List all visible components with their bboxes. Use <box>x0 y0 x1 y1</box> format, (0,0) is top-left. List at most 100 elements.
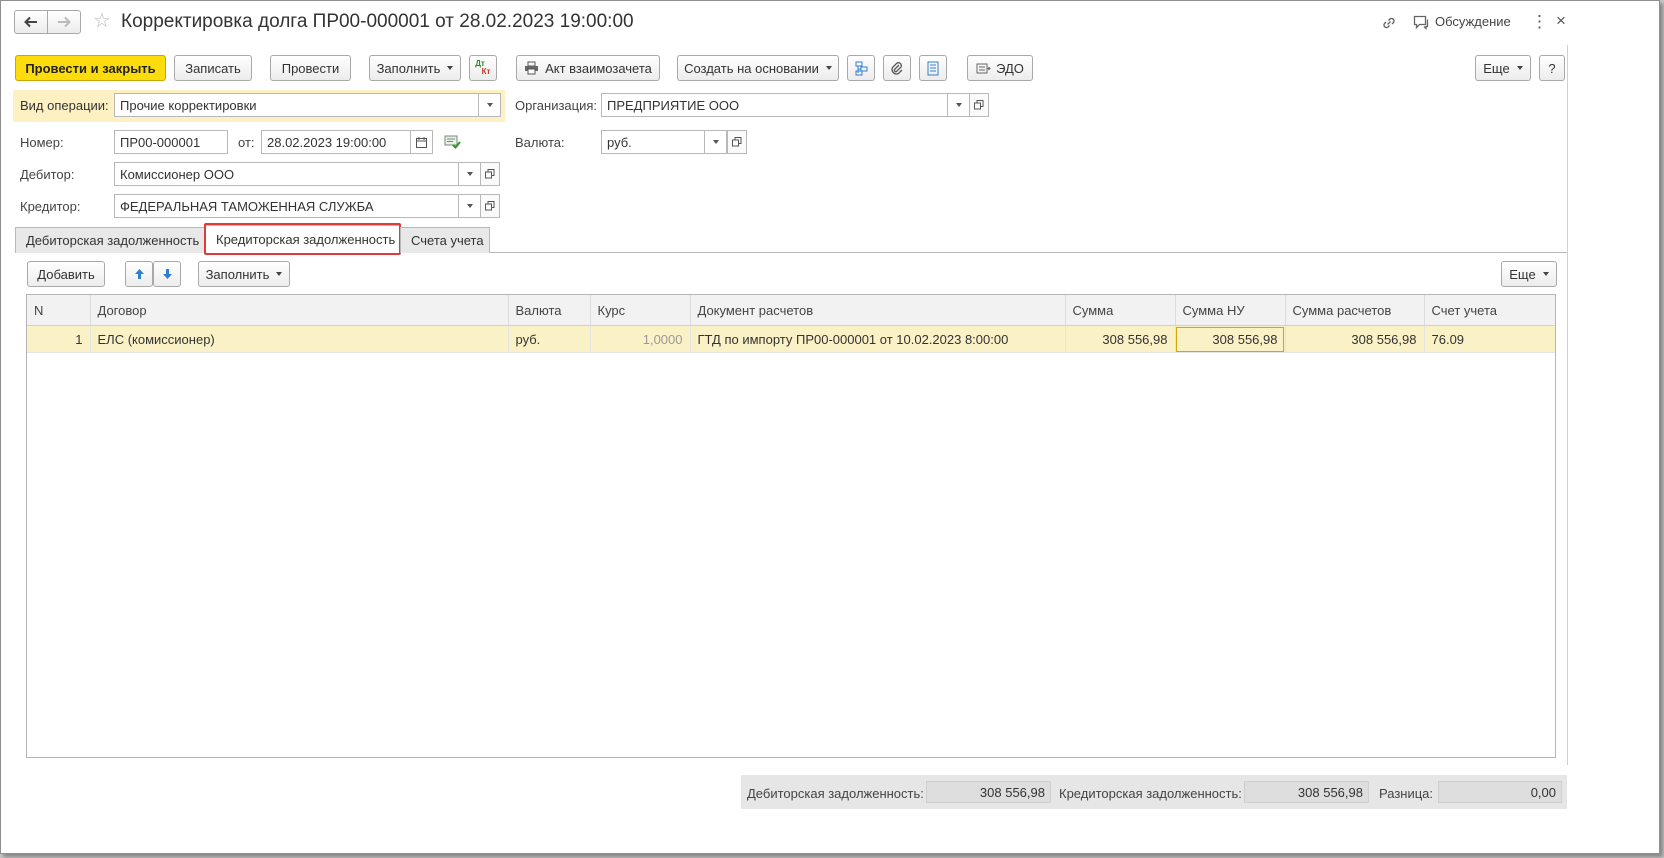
receivables-total-value: 308 556,98 <box>926 781 1051 803</box>
list-document-icon <box>927 61 939 75</box>
window-menu-icon[interactable]: ⋮ <box>1531 12 1548 32</box>
favorite-star-icon[interactable]: ☆ <box>93 11 111 31</box>
offset-act-button[interactable]: Акт взаимозачета <box>516 55 660 81</box>
window-scrollbar[interactable] <box>1567 45 1568 765</box>
open-icon <box>974 100 984 110</box>
debtor-field[interactable]: Комиссионер ООО <box>114 162 459 186</box>
payables-total-value: 308 556,98 <box>1244 781 1369 803</box>
organization-open-button[interactable] <box>969 93 989 117</box>
close-icon[interactable]: × <box>1556 11 1566 31</box>
calendar-button[interactable] <box>411 130 433 154</box>
tab-payables-highlight <box>204 223 401 255</box>
payables-total-label: Кредиторская задолженность: <box>1059 786 1242 801</box>
document-button[interactable] <box>919 55 947 81</box>
column-header-currency[interactable]: Валюта <box>508 295 591 326</box>
operation-type-field[interactable]: Прочие корректировки <box>114 93 479 117</box>
debtor-label: Дебитор: <box>20 167 75 182</box>
post-and-close-button[interactable]: Провести и закрыть <box>15 55 166 81</box>
chevron-down-icon <box>466 172 473 176</box>
cell-contract[interactable]: ЕЛС (комиссионер) <box>90 325 509 353</box>
chevron-down-icon <box>712 140 719 144</box>
date-label: от: <box>238 135 255 150</box>
calendar-icon <box>416 136 427 148</box>
currency-label: Валюта: <box>515 135 565 150</box>
table-fill-dropdown-button[interactable]: Заполнить <box>198 261 290 287</box>
discussion-link[interactable]: Обсуждение <box>1435 14 1511 29</box>
fill-dropdown-button[interactable]: Заполнить <box>369 55 461 81</box>
organization-label: Организация: <box>515 98 598 113</box>
forward-button[interactable] <box>47 10 81 34</box>
cell-n[interactable]: 1 <box>27 325 91 353</box>
more-label: Еще <box>1483 60 1510 76</box>
table-row[interactable]: 1 ЕЛС (комиссионер) руб. 1,0000 ГТД по и… <box>27 325 1555 353</box>
creditor-field[interactable]: ФЕДЕРАЛЬНАЯ ТАМОЖЕННАЯ СЛУЖБА <box>114 194 459 218</box>
number-label: Номер: <box>20 135 64 150</box>
organization-field[interactable]: ПРЕДПРИЯТИЕ ООО <box>601 93 948 117</box>
cell-sum-settlements[interactable]: 308 556,98 <box>1285 325 1425 353</box>
tab-accounts[interactable]: Счета учета <box>400 227 490 253</box>
arrow-right-icon <box>58 16 71 28</box>
dt-kt-button[interactable]: Дт Кт <box>469 55 497 81</box>
payables-table: N Договор Валюта Курс Документ расчетов … <box>27 295 1555 353</box>
table-more-button[interactable]: Еще <box>1501 261 1557 287</box>
creditor-open-button[interactable] <box>480 194 500 218</box>
cell-currency[interactable]: руб. <box>508 325 591 353</box>
column-header-n[interactable]: N <box>27 295 91 326</box>
more-button[interactable]: Еще <box>1475 55 1531 81</box>
number-field[interactable]: ПР00-000001 <box>114 130 228 154</box>
post-button[interactable]: Провести <box>270 55 351 81</box>
chevron-down-icon <box>276 272 283 276</box>
tab-receivables[interactable]: Дебиторская задолженность <box>15 227 205 253</box>
column-header-document[interactable]: Документ расчетов <box>690 295 1066 326</box>
chevron-down-icon <box>825 66 832 70</box>
move-up-button[interactable] <box>125 261 153 287</box>
receivables-total-label: Дебиторская задолженность: <box>747 786 924 801</box>
currency-dropdown[interactable] <box>705 130 727 154</box>
fill-label: Заполнить <box>376 60 441 76</box>
column-header-sum-settlements[interactable]: Сумма расчетов <box>1285 295 1425 326</box>
edo-button[interactable]: ЭДО <box>967 55 1033 81</box>
help-button[interactable]: ? <box>1539 55 1565 81</box>
operation-type-dropdown[interactable] <box>479 93 501 117</box>
currency-open-button[interactable] <box>727 130 747 154</box>
structure-button[interactable] <box>847 55 875 81</box>
column-header-contract[interactable]: Договор <box>90 295 509 326</box>
currency-field[interactable]: руб. <box>601 130 705 154</box>
edo-label: ЭДО <box>996 60 1024 76</box>
debtor-open-button[interactable] <box>480 162 500 186</box>
edo-icon <box>976 63 991 73</box>
table-header-row: N Договор Валюта Курс Документ расчетов … <box>27 295 1555 326</box>
add-row-button[interactable]: Добавить <box>27 261 105 287</box>
back-button[interactable] <box>14 10 48 34</box>
chevron-down-icon <box>1516 66 1523 70</box>
debtor-dropdown[interactable] <box>459 162 481 186</box>
create-based-on-label: Создать на основании <box>684 60 819 76</box>
discussion-icon[interactable] <box>1413 15 1430 30</box>
cell-rate[interactable]: 1,0000 <box>590 325 691 353</box>
table-more-label: Еще <box>1509 266 1536 282</box>
column-header-account[interactable]: Счет учета <box>1424 295 1555 326</box>
arrow-up-icon <box>134 269 144 279</box>
difference-value: 0,00 <box>1438 781 1562 803</box>
create-based-on-button[interactable]: Создать на основании <box>677 55 839 81</box>
attach-button[interactable] <box>883 55 911 81</box>
cell-sum[interactable]: 308 556,98 <box>1065 325 1176 353</box>
column-header-rate[interactable]: Курс <box>590 295 691 326</box>
date-field[interactable]: 28.02.2023 19:00:00 <box>261 130 411 154</box>
chevron-down-icon <box>466 204 473 208</box>
open-icon <box>732 137 742 147</box>
chevron-down-icon <box>955 103 962 107</box>
save-button[interactable]: Записать <box>174 55 252 81</box>
cell-account[interactable]: 76.09 <box>1424 325 1555 353</box>
difference-label: Разница: <box>1379 786 1434 801</box>
cell-document[interactable]: ГТД по импорту ПР00-000001 от 10.02.2023… <box>690 325 1066 353</box>
creditor-dropdown[interactable] <box>459 194 481 218</box>
move-down-button[interactable] <box>153 261 181 287</box>
window-title: Корректировка долга ПР00-000001 от 28.02… <box>121 11 634 32</box>
column-header-sum[interactable]: Сумма <box>1065 295 1176 326</box>
organization-dropdown[interactable] <box>948 93 970 117</box>
column-header-sum-nu[interactable]: Сумма НУ <box>1175 295 1286 326</box>
link-icon[interactable] <box>1381 15 1397 31</box>
offset-act-label: Акт взаимозачета <box>545 60 652 76</box>
cell-sum-nu[interactable]: 308 556,98 <box>1175 325 1286 353</box>
